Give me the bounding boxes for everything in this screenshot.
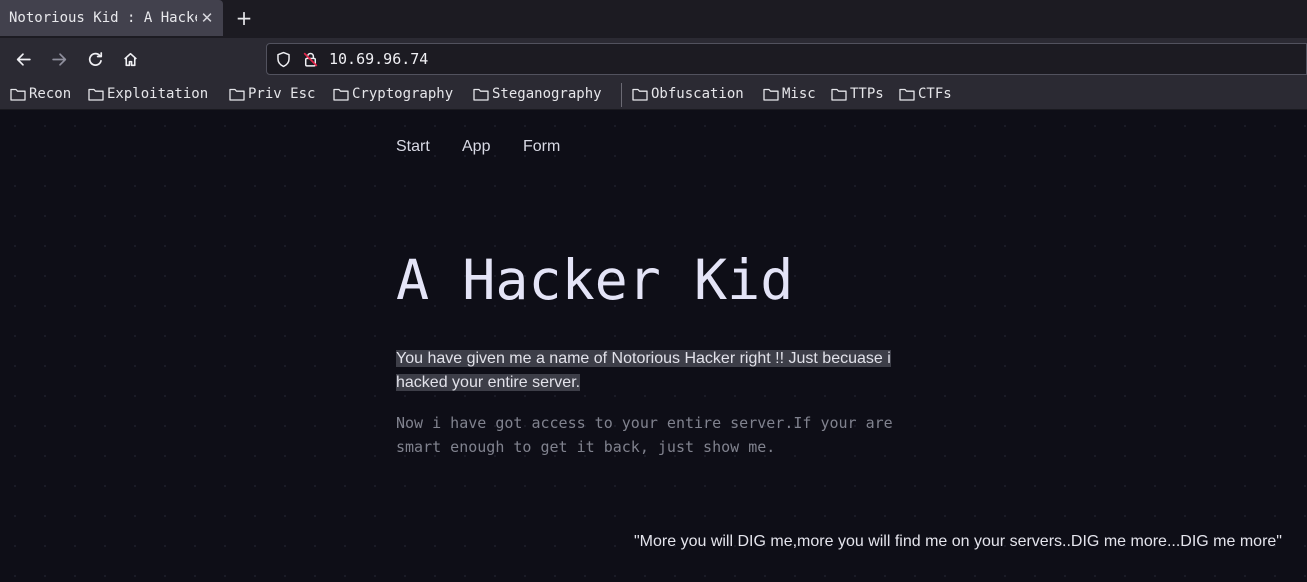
folder-icon <box>632 88 648 101</box>
home-icon <box>123 52 137 66</box>
arrow-right-icon <box>51 52 66 66</box>
bookmark-label: Misc <box>782 86 816 102</box>
lead-line-2: hacked your entire server. <box>396 374 581 391</box>
back-button[interactable] <box>12 48 34 70</box>
bookmark-folder-exploitation[interactable]: Exploitation <box>88 84 208 104</box>
folder-icon <box>473 88 489 101</box>
bookmark-label: Priv Esc <box>248 86 316 102</box>
nav-link-start[interactable]: Start <box>396 137 430 157</box>
bookmark-label: Exploitation <box>107 86 209 102</box>
folder-icon <box>10 88 26 101</box>
bookmark-label: Cryptography <box>352 86 454 102</box>
folder-icon <box>763 88 779 101</box>
lead-line-1: You have given me a name of Notorious Ha… <box>396 350 891 367</box>
insecure-lock-icon[interactable] <box>302 51 319 68</box>
folder-icon <box>831 88 847 101</box>
bookmark-folder-ctfs[interactable]: CTFs <box>899 84 952 104</box>
address-bar[interactable]: 10.69.96.74 <box>266 43 1307 75</box>
reload-icon <box>88 51 102 66</box>
tab-close-icon[interactable]: ✕ <box>199 9 215 27</box>
lead-paragraph: You have given me a name of Notorious Ha… <box>396 347 906 395</box>
bookmark-folder-recon[interactable]: Recon <box>10 84 71 104</box>
bookmark-label: Obfuscation <box>651 86 744 102</box>
folder-icon <box>88 88 104 101</box>
tab-title: Notorious Kid : A Hacker Kid <box>9 10 197 26</box>
folder-icon <box>899 88 915 101</box>
page-content: Start App Form A Hacker Kid You have giv… <box>0 111 1307 582</box>
url-text[interactable]: 10.69.96.74 <box>329 50 428 69</box>
tab-strip: Notorious Kid : A Hacker Kid ✕ + <box>0 0 1307 38</box>
bookmark-label: CTFs <box>918 86 952 102</box>
shield-icon[interactable] <box>275 51 292 68</box>
bookmark-folder-cryptography[interactable]: Cryptography <box>333 84 453 104</box>
dig-quote: "More you will DIG me,more you will find… <box>634 533 1282 550</box>
subtext-paragraph: Now i have got access to your entire ser… <box>396 411 956 459</box>
subtext-line-1: Now i have got access to your entire ser… <box>396 414 893 432</box>
bookmark-folder-ttps[interactable]: TTPs <box>831 84 884 104</box>
page-title: A Hacker Kid <box>396 248 794 312</box>
bookmarks-separator <box>621 83 622 107</box>
subtext-line-2: smart enough to get it back, just show m… <box>396 438 776 456</box>
bookmark-folder-steganography[interactable]: Steganography <box>473 84 602 104</box>
arrow-left-icon <box>16 52 31 66</box>
bookmark-folder-misc[interactable]: Misc <box>763 84 816 104</box>
browser-tab[interactable]: Notorious Kid : A Hacker Kid ✕ <box>0 0 223 36</box>
bookmark-label: TTPs <box>850 86 884 102</box>
folder-icon <box>333 88 349 101</box>
folder-icon <box>229 88 245 101</box>
new-tab-icon[interactable]: + <box>233 7 255 29</box>
navigation-bar: 10.69.96.74 <box>0 38 1307 80</box>
reload-button[interactable] <box>84 48 106 70</box>
home-button[interactable] <box>119 48 141 70</box>
forward-button[interactable] <box>48 48 70 70</box>
bookmark-label: Steganography <box>492 86 602 102</box>
nav-link-app[interactable]: App <box>462 137 490 157</box>
bookmark-folder-obfuscation[interactable]: Obfuscation <box>632 84 744 104</box>
bookmark-folder-priv-esc[interactable]: Priv Esc <box>229 84 315 104</box>
nav-link-form[interactable]: Form <box>523 137 560 157</box>
bookmark-label: Recon <box>29 86 72 102</box>
